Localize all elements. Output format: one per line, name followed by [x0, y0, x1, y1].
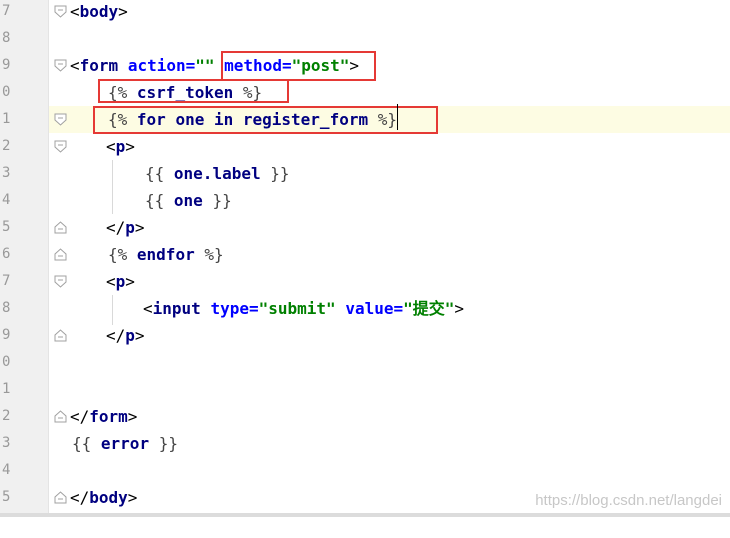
code-line-form-close[interactable]: </form> — [0, 403, 730, 430]
code-line-one[interactable]: {{ one }} — [0, 187, 730, 214]
template-delim: {{ — [145, 191, 165, 210]
code-line-input[interactable]: <input type="submit" value="提交"> — [0, 295, 730, 322]
code-line-p-close[interactable]: </p> — [0, 322, 730, 349]
code-line-p-close[interactable]: </p> — [0, 214, 730, 241]
code-line-one-label[interactable]: {{ one.label }} — [0, 160, 730, 187]
template-delim: {{ — [145, 164, 165, 183]
tag-name: form — [79, 56, 119, 75]
tag-open-bracket: < — [106, 137, 116, 156]
code-line-body-open[interactable]: <body> — [0, 0, 730, 25]
tag-open-bracket: </ — [106, 326, 126, 345]
template-delim: }} — [158, 434, 178, 453]
horizontal-scrollbar[interactable] — [0, 513, 730, 517]
tag-name: form — [89, 407, 128, 426]
text-caret — [397, 104, 398, 130]
tag-close-bracket: > — [127, 488, 138, 507]
annotation-box-csrf — [98, 79, 289, 103]
tag-name: input — [152, 299, 201, 318]
code-line-error[interactable]: {{ error }} — [0, 430, 730, 457]
tag-open-bracket: < — [143, 299, 153, 318]
tag-name: body — [79, 2, 119, 21]
annotation-box-for — [93, 106, 438, 134]
template-delim: }} — [270, 164, 290, 183]
attr-name: type= — [210, 299, 259, 318]
tag-close-bracket: > — [125, 137, 135, 156]
tag-name: p — [125, 218, 135, 237]
tag-name: body — [89, 488, 128, 507]
tag-open-bracket: < — [70, 2, 80, 21]
tag-close-bracket: > — [454, 299, 465, 318]
attr-value: "submit" — [258, 299, 336, 318]
line-number: 1 — [2, 381, 11, 397]
tag-close-bracket: > — [125, 272, 135, 291]
tag-open-bracket: < — [70, 56, 80, 75]
tag-close-bracket: > — [134, 218, 145, 237]
tag-name: p — [125, 326, 135, 345]
tag-name: p — [115, 137, 126, 156]
code-line-p-open[interactable]: <p> — [0, 133, 730, 160]
tag-open-bracket: </ — [70, 407, 90, 426]
template-delim: {{ — [72, 434, 92, 453]
template-keyword: endfor — [136, 245, 195, 264]
attr-name: value= — [345, 299, 404, 318]
code-line-p-open[interactable]: <p> — [0, 268, 730, 295]
template-variable: one — [173, 191, 203, 210]
tag-close-bracket: > — [118, 2, 128, 21]
tag-open-bracket: </ — [106, 218, 126, 237]
watermark: https://blog.csdn.net/langdei — [535, 492, 722, 509]
attr-value: "" — [195, 56, 215, 75]
template-variable: error — [100, 434, 150, 453]
template-delim: }} — [212, 191, 232, 210]
tag-name: p — [115, 272, 126, 291]
tag-close-bracket: > — [134, 326, 145, 345]
template-delim: {% — [108, 245, 128, 264]
template-variable: one.label — [173, 164, 261, 183]
attr-name: action= — [127, 56, 196, 75]
code-line-endfor[interactable]: {% endfor %} — [0, 241, 730, 268]
template-delim: %} — [204, 245, 224, 264]
attr-value: "提交" — [403, 299, 455, 318]
tag-open-bracket: </ — [70, 488, 90, 507]
tag-open-bracket: < — [106, 272, 116, 291]
tag-close-bracket: > — [127, 407, 138, 426]
annotation-box-method — [221, 51, 376, 81]
